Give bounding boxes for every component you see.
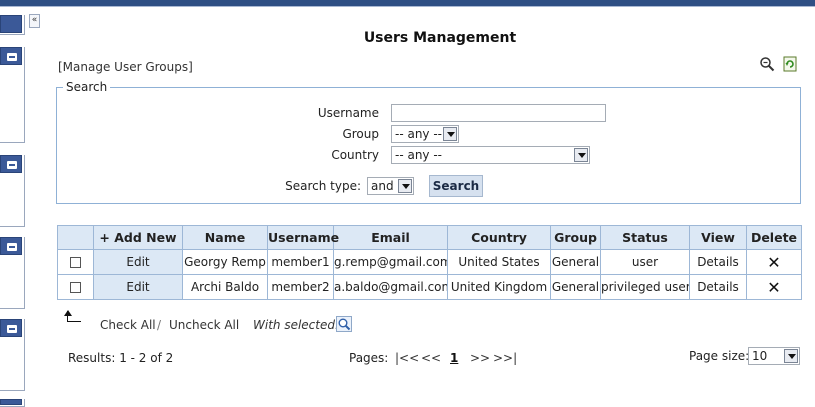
add-new-button[interactable]: + Add New bbox=[93, 225, 183, 250]
sidebar-panel-header-2[interactable] bbox=[0, 47, 22, 65]
column-header-username[interactable]: Username bbox=[267, 225, 339, 250]
collapse-minus-icon[interactable] bbox=[7, 53, 17, 61]
chevron-down-icon[interactable] bbox=[398, 179, 412, 193]
users-table: + Add New Name Username Email Country Gr… bbox=[57, 225, 802, 300]
delete-cell: ✕ bbox=[746, 274, 802, 300]
search-fieldset: Search Username Group -- any -- Country … bbox=[56, 80, 801, 204]
page-size-label: Page size: bbox=[689, 349, 750, 363]
edit-button[interactable]: Edit bbox=[93, 249, 183, 275]
country-select-value: -- any -- bbox=[395, 148, 443, 162]
next-page-link[interactable]: >> bbox=[470, 351, 490, 365]
sidebar-panel-header-5[interactable] bbox=[0, 319, 22, 337]
group-select[interactable]: -- any -- bbox=[391, 125, 459, 143]
current-page-link[interactable]: 1 bbox=[450, 351, 458, 365]
cell-group: General bbox=[550, 274, 601, 300]
last-page-link[interactable]: >>| bbox=[493, 351, 517, 365]
cell-email: g.remp@gmail.com bbox=[333, 249, 448, 275]
details-link[interactable]: Details bbox=[689, 249, 747, 275]
sidebar-panel-5 bbox=[0, 319, 25, 391]
cell-country: United Kingdom bbox=[447, 274, 551, 300]
pages-label: Pages: bbox=[349, 351, 389, 365]
column-header-view: View bbox=[689, 225, 747, 250]
page-title: Users Management bbox=[363, 30, 517, 46]
row-select-cell bbox=[57, 249, 94, 275]
column-header-delete: Delete bbox=[746, 225, 802, 250]
search-type-select[interactable]: and bbox=[367, 177, 414, 195]
manage-user-groups-link[interactable]: [Manage User Groups] bbox=[58, 60, 193, 74]
chevron-down-icon[interactable] bbox=[443, 127, 457, 141]
column-header-group[interactable]: Group bbox=[550, 225, 601, 250]
page-size-value: 10 bbox=[752, 349, 768, 363]
cell-username: member1 bbox=[267, 249, 334, 275]
cell-group: General bbox=[550, 249, 601, 275]
top-bar-divider bbox=[0, 6, 815, 7]
delete-icon[interactable]: ✕ bbox=[767, 278, 780, 297]
collapse-minus-icon[interactable] bbox=[7, 243, 17, 251]
cell-country: United States bbox=[447, 249, 551, 275]
prev-page-link[interactable]: << bbox=[421, 351, 441, 365]
results-summary: Results: 1 - 2 of 2 bbox=[68, 351, 174, 365]
search-legend: Search bbox=[63, 80, 111, 94]
collapse-minus-icon[interactable] bbox=[7, 325, 17, 333]
sidebar-panel-4 bbox=[0, 237, 25, 309]
table-row: Edit Georgy Remp member1 g.remp@gmail.co… bbox=[57, 249, 802, 275]
cell-name: Georgy Remp bbox=[182, 249, 268, 275]
cell-username: member2 bbox=[267, 274, 334, 300]
table-header-row: + Add New Name Username Email Country Gr… bbox=[57, 225, 802, 250]
sidebar-panel-header-3[interactable] bbox=[0, 155, 22, 173]
sidebar-collapse-button[interactable]: « bbox=[29, 14, 40, 28]
row-checkbox[interactable] bbox=[70, 257, 81, 268]
search-type-value: and bbox=[371, 179, 394, 193]
delete-cell: ✕ bbox=[746, 249, 802, 275]
chevron-down-icon[interactable] bbox=[784, 349, 798, 363]
column-header-name[interactable]: Name bbox=[182, 225, 268, 250]
first-page-link[interactable]: |<< bbox=[395, 351, 419, 365]
sidebar-panel-1 bbox=[0, 15, 25, 35]
username-label: Username bbox=[317, 106, 379, 120]
edit-button[interactable]: Edit bbox=[93, 274, 183, 300]
bulk-arrow-icon bbox=[64, 310, 81, 322]
with-selected-label: With selected: bbox=[253, 318, 340, 332]
bulk-separator: / bbox=[157, 318, 162, 332]
select-column-header bbox=[57, 225, 94, 250]
sidebar-panel-header-4[interactable] bbox=[0, 237, 22, 255]
group-label: Group bbox=[342, 127, 379, 141]
column-header-status[interactable]: Status bbox=[600, 225, 690, 250]
row-select-cell bbox=[57, 274, 94, 300]
cell-name: Archi Baldo bbox=[182, 274, 268, 300]
cell-status: privileged user bbox=[600, 274, 690, 300]
column-header-country[interactable]: Country bbox=[447, 225, 551, 250]
page-size-select[interactable]: 10 bbox=[748, 347, 800, 365]
country-label: Country bbox=[331, 148, 379, 162]
zoom-icon[interactable] bbox=[759, 56, 775, 72]
cell-email: a.baldo@gmail.com bbox=[333, 274, 448, 300]
delete-icon[interactable]: ✕ bbox=[767, 253, 780, 272]
collapse-minus-icon[interactable] bbox=[7, 161, 17, 169]
refresh-icon[interactable] bbox=[782, 56, 798, 72]
row-checkbox[interactable] bbox=[70, 282, 81, 293]
check-all-link[interactable]: Check All bbox=[100, 318, 156, 332]
sidebar-panel-header-6[interactable] bbox=[0, 399, 22, 405]
table-row: Edit Archi Baldo member2 a.baldo@gmail.c… bbox=[57, 274, 802, 300]
group-select-value: -- any -- bbox=[395, 127, 443, 141]
search-type-label: Search type: bbox=[285, 179, 361, 193]
sidebar-panel-6 bbox=[0, 399, 25, 407]
search-button[interactable]: Search bbox=[429, 175, 483, 197]
country-select[interactable]: -- any -- bbox=[391, 146, 590, 164]
column-header-email[interactable]: Email bbox=[333, 225, 448, 250]
sidebar-panel-header-1[interactable] bbox=[0, 15, 22, 33]
details-link[interactable]: Details bbox=[689, 274, 747, 300]
username-input[interactable] bbox=[391, 104, 606, 122]
chevron-down-icon[interactable] bbox=[574, 148, 588, 162]
sidebar-panel-2 bbox=[0, 47, 25, 143]
left-sidebar bbox=[0, 7, 26, 407]
sidebar-panel-3 bbox=[0, 155, 25, 227]
uncheck-all-link[interactable]: Uncheck All bbox=[169, 318, 239, 332]
cell-status: user bbox=[600, 249, 690, 275]
zoom-icon[interactable] bbox=[336, 316, 352, 332]
